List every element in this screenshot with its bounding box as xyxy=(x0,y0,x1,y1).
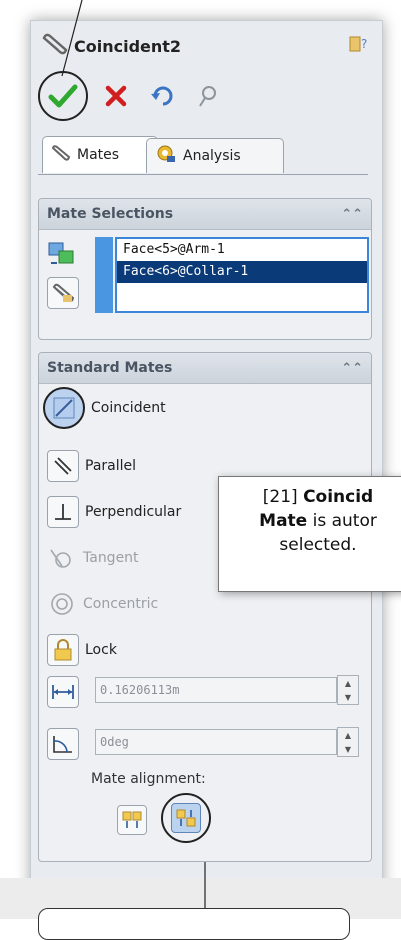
angle-icon[interactable] xyxy=(47,728,79,760)
tab-mates-label: Mates xyxy=(77,147,120,163)
tangent-icon[interactable] xyxy=(47,543,77,573)
distance-spinner[interactable]: ▲ ▼ xyxy=(337,675,359,705)
angle-row xyxy=(47,727,79,761)
undo-icon xyxy=(151,86,173,106)
callout-annotation: [21] Coincid Mate is autor selected. xyxy=(218,476,401,592)
mate-popup-icon[interactable] xyxy=(47,277,79,309)
callout-bold-term: Coincid xyxy=(303,487,374,507)
list-item[interactable]: Face<5>@Arm-1 xyxy=(117,239,367,261)
ok-button[interactable] xyxy=(38,71,88,121)
svg-text:?: ? xyxy=(361,37,367,51)
mate-alignment-label: Mate alignment: xyxy=(91,771,206,787)
pushpin-icon xyxy=(199,86,216,107)
mate-selections-list[interactable]: Face<5>@Arm-1 Face<6>@Collar-1 xyxy=(115,237,369,313)
close-icon xyxy=(105,85,127,107)
swap-faces-icon[interactable] xyxy=(47,239,77,269)
mate-selections-header[interactable]: Mate Selections ⌃⌃ xyxy=(39,199,371,230)
angle-spinner[interactable]: ▲ ▼ xyxy=(337,727,359,757)
aligned-icon xyxy=(117,805,147,835)
angle-input[interactable]: 0deg xyxy=(95,729,337,755)
mate-tangent[interactable]: Tangent xyxy=(47,541,139,575)
selection-icons xyxy=(47,239,81,309)
mate-label: Coincident xyxy=(91,400,166,416)
callout-text: is autor xyxy=(307,511,377,531)
distance-row xyxy=(47,675,79,709)
mate-concentric[interactable]: Concentric xyxy=(47,587,158,621)
anti-aligned-icon xyxy=(171,803,201,833)
perpendicular-icon[interactable] xyxy=(47,496,79,528)
mate-label: Tangent xyxy=(83,550,139,566)
aligned-button[interactable] xyxy=(117,805,147,835)
tab-analysis[interactable]: Analysis xyxy=(146,138,284,173)
mate-label: Concentric xyxy=(83,596,159,612)
mate-lock[interactable]: Lock xyxy=(47,633,117,667)
section-title: Mate Selections xyxy=(47,206,174,222)
callout-number: [21] xyxy=(262,487,298,507)
anti-aligned-button[interactable] xyxy=(161,793,211,843)
distance-input[interactable]: 0.16206113m xyxy=(95,677,337,703)
mate-perpendicular[interactable]: Perpendicular xyxy=(47,495,181,529)
parallel-icon[interactable] xyxy=(47,450,79,482)
standard-mates-header[interactable]: Standard Mates ⌃⌃ xyxy=(39,353,371,384)
pushpin-button[interactable] xyxy=(190,78,226,114)
mate-label: Parallel xyxy=(85,458,137,474)
tab-strip: Mates Analysis xyxy=(38,132,368,175)
mate-selections-section: Mate Selections ⌃⌃ Face<5>@Arm-1 Face<6>… xyxy=(38,198,372,340)
mate-label: Lock xyxy=(85,642,117,658)
window-title: Coincident2 xyxy=(74,36,182,56)
cancel-button[interactable] xyxy=(98,78,134,114)
analysis-icon xyxy=(155,144,177,168)
mate-coincident[interactable]: Coincident xyxy=(43,387,166,429)
tab-analysis-label: Analysis xyxy=(183,148,241,164)
paperclip-icon xyxy=(51,144,71,166)
mate-label: Perpendicular xyxy=(85,504,182,520)
collapse-icon[interactable]: ⌃⌃ xyxy=(341,361,363,376)
standard-mates-section: Standard Mates ⌃⌃ Coincident Parallel Pe… xyxy=(38,352,372,862)
selection-accent-bar xyxy=(95,237,113,313)
checkmark-icon xyxy=(48,84,78,108)
paperclip-icon xyxy=(40,32,68,60)
undo-button[interactable] xyxy=(144,78,180,114)
list-item[interactable]: Face<6>@Collar-1 xyxy=(117,261,367,283)
collapse-icon[interactable]: ⌃⌃ xyxy=(341,207,363,222)
action-toolbar xyxy=(38,71,226,121)
title-bar: Coincident2 ? xyxy=(40,28,370,64)
tab-mates[interactable]: Mates xyxy=(42,136,158,173)
section-title: Standard Mates xyxy=(47,360,173,376)
help-icon[interactable]: ? xyxy=(348,34,370,56)
distance-icon[interactable] xyxy=(47,676,79,708)
coincident-icon[interactable] xyxy=(43,387,85,429)
callout-text-2: selected. xyxy=(279,535,357,555)
callout-bold-term-2: Mate xyxy=(259,511,308,531)
lock-icon[interactable] xyxy=(47,634,79,666)
concentric-icon[interactable] xyxy=(47,589,77,619)
mate-parallel[interactable]: Parallel xyxy=(47,449,136,483)
